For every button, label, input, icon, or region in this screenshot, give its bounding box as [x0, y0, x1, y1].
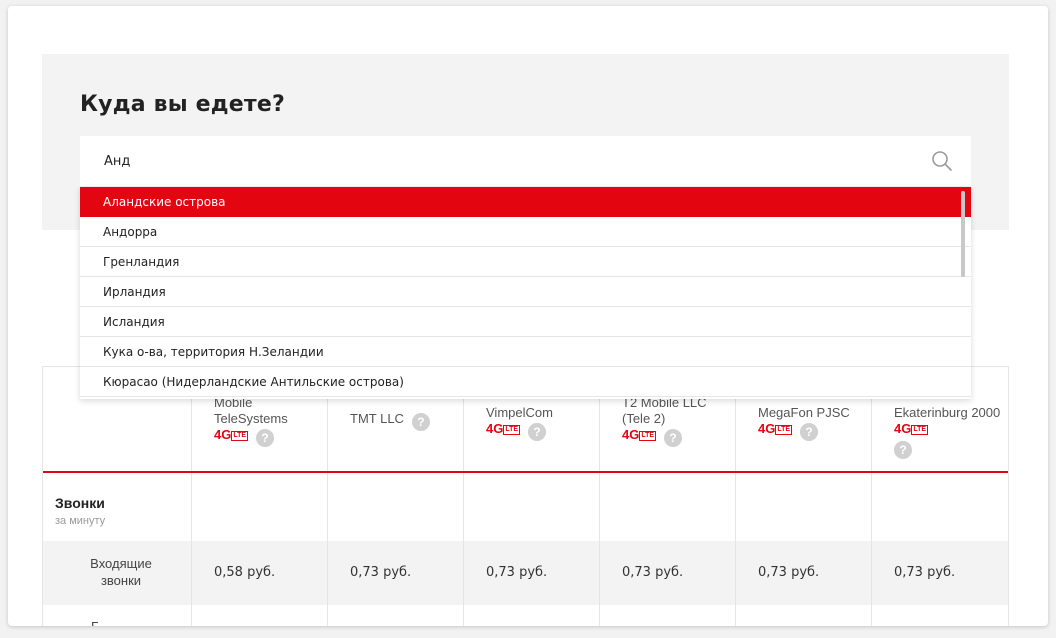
- operator-name: MegaFon PJSC 4G LTE?: [758, 405, 850, 441]
- help-icon[interactable]: ?: [894, 441, 912, 459]
- page-frame: Куда вы едете? Mobile TeleSystems 4GLTE?…: [8, 6, 1048, 626]
- cell: 0,58 руб.: [191, 541, 327, 605]
- dropdown-option[interactable]: Андорра: [80, 217, 971, 247]
- lte-label: 4G: [758, 421, 776, 436]
- lte-badge: LTE: [503, 425, 521, 435]
- operator-name: VimpelCom 4G LTE?: [486, 405, 553, 441]
- cell: 0,73 руб.: [463, 541, 599, 605]
- table-row: Входящие звонки 0,58 руб. 0,73 руб. 0,73…: [43, 541, 1008, 605]
- row-label: Б: [91, 619, 101, 626]
- lte-badge: LTE: [775, 425, 793, 435]
- dropdown-option[interactable]: Кюрасао (Нидерландские Антильские остров…: [80, 367, 971, 397]
- cell: [463, 605, 599, 626]
- cell: [599, 605, 735, 626]
- country-dropdown[interactable]: Аландские острова Андорра Гренландия Ирл…: [80, 187, 971, 399]
- search-input[interactable]: [104, 136, 904, 186]
- cell: [871, 605, 1009, 626]
- operator-name: Ekaterinburg 2000 4G LTE ?: [894, 405, 1001, 459]
- price-value: 0,73 руб.: [758, 565, 820, 580]
- dropdown-option[interactable]: Ирландия: [80, 277, 971, 307]
- table-row: Б: [43, 605, 1008, 626]
- help-icon[interactable]: ?: [528, 423, 547, 441]
- dropdown-option[interactable]: Исландия: [80, 307, 971, 337]
- cell: [191, 473, 327, 541]
- help-icon[interactable]: ?: [664, 429, 683, 447]
- row-label: Входящие звонки: [90, 556, 152, 588]
- lte-label: 4G: [894, 421, 912, 436]
- dropdown-option[interactable]: Аландские острова: [80, 187, 971, 217]
- section-subtitle: за минуту: [55, 515, 106, 527]
- page-title: Куда вы едете?: [80, 92, 285, 117]
- price-value: 0,73 руб.: [350, 565, 412, 580]
- tariff-table: Mobile TeleSystems 4G LTE? TMT LLC? Vimpe…: [42, 366, 1009, 626]
- lte-badge: LTE: [911, 425, 929, 435]
- price-value: 0,73 руб.: [894, 565, 956, 580]
- search-box[interactable]: [80, 136, 971, 186]
- dropdown-option[interactable]: Кука о-ва, территория Н.Зеландии: [80, 337, 971, 367]
- cell: [463, 473, 599, 541]
- calls-section-row: Звонки за минуту: [43, 473, 1008, 541]
- operator-name: T2 Mobile LLC (Tele 2) 4G LTE?: [622, 395, 707, 447]
- cell: 0,73 руб.: [735, 541, 871, 605]
- cell: [599, 473, 735, 541]
- cell: [327, 473, 463, 541]
- lte-badge: LTE: [639, 431, 657, 441]
- lte-badge: LTE: [231, 431, 249, 441]
- price-value: 0,58 руб.: [214, 565, 276, 580]
- search-icon[interactable]: [931, 150, 953, 172]
- cell: [871, 473, 1009, 541]
- section-title: Звонки: [55, 495, 105, 511]
- cell: 0,73 руб.: [327, 541, 463, 605]
- cell: [735, 473, 871, 541]
- operator-name: TMT LLC?: [350, 411, 458, 431]
- cell: [327, 605, 463, 626]
- operator-name: Mobile TeleSystems 4G LTE?: [214, 395, 288, 447]
- lte-label: 4G: [214, 427, 232, 442]
- help-icon[interactable]: ?: [256, 429, 275, 447]
- cell: 0,73 руб.: [871, 541, 1009, 605]
- cell: 0,73 руб.: [599, 541, 735, 605]
- help-icon[interactable]: ?: [800, 423, 819, 441]
- price-value: 0,73 руб.: [486, 565, 548, 580]
- help-icon[interactable]: ?: [411, 413, 430, 431]
- price-value: 0,73 руб.: [622, 565, 684, 580]
- lte-label: 4G: [622, 427, 640, 442]
- cell: [735, 605, 871, 626]
- dropdown-scrollbar[interactable]: [961, 191, 965, 277]
- dropdown-option[interactable]: Гренландия: [80, 247, 971, 277]
- cell: [191, 605, 327, 626]
- lte-label: 4G: [486, 421, 504, 436]
